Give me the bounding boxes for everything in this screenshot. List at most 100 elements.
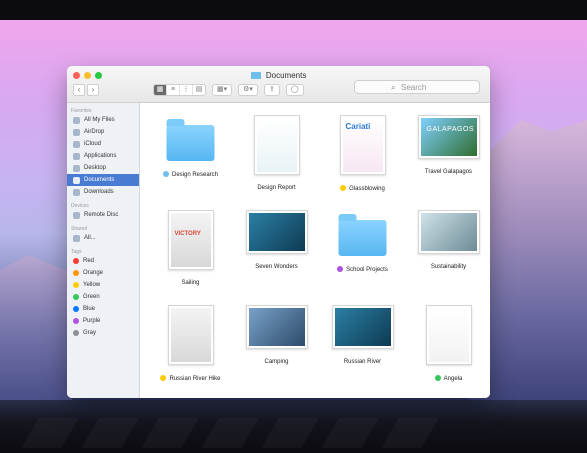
folder-thumbnail — [320, 210, 405, 265]
tag-color-icon — [73, 270, 79, 276]
file-label: Sailing — [148, 280, 233, 286]
cloud-icon — [73, 140, 80, 148]
file-label: Sustainability — [406, 264, 490, 270]
file-label: Camping — [234, 359, 319, 365]
document-thumbnail — [167, 305, 214, 365]
image-content — [420, 213, 477, 251]
file-label: School Projects — [320, 266, 405, 273]
file-item[interactable]: Russian River — [320, 305, 405, 395]
file-name: Travel Galapagos — [424, 169, 473, 175]
document-cover: Cariati — [342, 118, 383, 172]
sidebar-item-label: Downloads — [84, 189, 114, 195]
cover-flow-view-button[interactable]: ▤ — [193, 85, 205, 95]
navigation-buttons: ‹ › — [73, 84, 99, 96]
sidebar-item-all-my-files[interactable]: All My Files — [67, 114, 139, 126]
sidebar-item-applications[interactable]: Applications — [67, 150, 139, 162]
column-view-button[interactable]: ⋮ — [180, 85, 193, 95]
sidebar-tag-gray[interactable]: Gray — [67, 327, 139, 339]
share-button[interactable]: ⇪ — [263, 84, 280, 96]
sidebar-item-remote-disc[interactable]: Remote Disc — [67, 209, 139, 221]
sidebar-item-label: Purple — [83, 318, 101, 324]
image-content: GALAPAGOS — [420, 118, 477, 156]
sidebar-favorites-list: All My Files AirDrop iCloud Applications Des… — [67, 114, 139, 198]
desktop-icon — [73, 164, 80, 172]
file-item[interactable]: Sustainability — [406, 210, 490, 300]
documents-icon — [73, 176, 80, 184]
sidebar-shared-list: All... — [67, 232, 139, 244]
tag-color-icon — [73, 258, 79, 264]
file-item[interactable]: GALAPAGOS Travel Galapagos — [406, 115, 490, 205]
image-thumbnail — [245, 305, 308, 349]
view-switcher: ▦ ≡ ⋮ ▤ — [153, 84, 206, 96]
sidebar-devices-list: Remote Disc — [67, 209, 139, 221]
file-item[interactable]: Russian River Hike — [148, 305, 233, 395]
doc-thumbnail — [253, 115, 300, 175]
sidebar-item-label: All My Files — [84, 117, 115, 123]
sidebar-item-label: Gray — [83, 330, 97, 336]
window-title: Documents — [67, 71, 490, 80]
pic-thumbnail — [245, 210, 308, 254]
mountain-left — [0, 255, 72, 405]
tags-button[interactable]: ◯ — [285, 84, 304, 96]
file-item[interactable]: Design Research — [148, 115, 233, 205]
file-item[interactable]: Cariati Glassblowing — [320, 115, 405, 205]
action-gear-button[interactable]: ⚙▾ — [238, 84, 258, 96]
file-item[interactable]: VICTORY Sailing — [148, 210, 233, 300]
sidebar-item-downloads[interactable]: Downloads — [67, 186, 139, 198]
file-item[interactable]: School Projects — [320, 210, 405, 300]
document-cover — [170, 308, 211, 362]
thumbnail-title: VICTORY — [174, 231, 201, 237]
file-name: Sustainability — [430, 264, 467, 270]
sidebar: Favorites All My Files AirDrop iCloud Appli… — [67, 103, 140, 398]
file-label: Angela — [406, 375, 490, 382]
folder-icon — [250, 72, 261, 79]
image-thumbnail — [417, 210, 480, 254]
network-icon — [73, 234, 80, 242]
back-button[interactable]: ‹ — [73, 84, 85, 96]
sidebar-tag-orange[interactable]: Orange — [67, 267, 139, 279]
sidebar-item-label: Blue — [83, 306, 96, 312]
folder-thumbnail — [148, 115, 233, 170]
file-item[interactable]: Design Report — [234, 115, 319, 205]
file-browser: Design Research Design Report Cariati Glass… — [140, 103, 490, 398]
sidebar-tag-blue[interactable]: Blue — [67, 303, 139, 315]
sidebar-item-label: Green — [83, 294, 100, 300]
pic-thumbnail — [417, 210, 480, 254]
sidebar-tag-yellow[interactable]: Yellow — [67, 279, 139, 291]
file-label: Glassblowing — [320, 185, 405, 192]
file-item[interactable]: Angela — [406, 305, 490, 395]
file-name: Design Report — [257, 185, 296, 191]
sidebar-tag-green[interactable]: Green — [67, 291, 139, 303]
doc-thumbnail — [425, 305, 472, 365]
file-name: Sailing — [181, 280, 200, 286]
tag-color-icon — [73, 306, 79, 312]
file-name: School Projects — [346, 267, 388, 273]
toolbar: ▦ ≡ ⋮ ▤ ▦▾ ⚙▾ ⇪ ◯ — [153, 84, 304, 96]
sidebar-item-icloud[interactable]: iCloud — [67, 138, 139, 150]
list-view-button[interactable]: ≡ — [167, 85, 180, 95]
pic-thumbnail — [331, 305, 394, 349]
search-input[interactable]: ⌕ Search — [354, 80, 480, 94]
folder-icon — [338, 214, 387, 256]
window-title-text: Documents — [265, 71, 307, 80]
forward-button[interactable]: › — [87, 84, 99, 96]
sidebar-item-documents[interactable]: Documents — [67, 174, 139, 186]
document-thumbnail — [425, 305, 472, 365]
tag-dot — [162, 171, 169, 177]
sidebar-tag-red[interactable]: Red — [67, 255, 139, 267]
file-item[interactable]: Seven Wonders — [234, 210, 319, 300]
doc-thumbnail: Cariati — [339, 115, 386, 175]
downloads-icon — [73, 188, 80, 196]
sidebar-item-airdrop[interactable]: AirDrop — [67, 126, 139, 138]
icon-view-button[interactable]: ▦ — [154, 85, 167, 95]
arrange-button[interactable]: ▦▾ — [212, 84, 233, 96]
file-name: Angela — [443, 376, 463, 382]
tag-color-icon — [73, 294, 79, 300]
file-item[interactable]: Camping — [234, 305, 319, 395]
sidebar-item-label: Red — [83, 258, 95, 264]
sidebar-tag-purple[interactable]: Purple — [67, 315, 139, 327]
tag-color-icon — [73, 318, 79, 324]
sidebar-item-desktop[interactable]: Desktop — [67, 162, 139, 174]
sidebar-item-label: Orange — [83, 270, 104, 276]
sidebar-item-shared-all[interactable]: All... — [67, 232, 139, 244]
